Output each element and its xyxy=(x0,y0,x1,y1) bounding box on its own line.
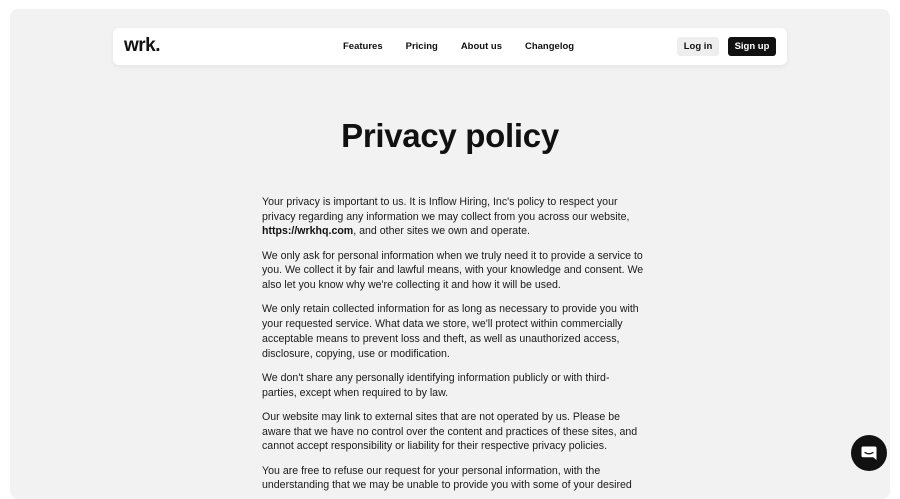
brand-logo[interactable]: wrk. xyxy=(124,35,161,57)
website-link[interactable]: https://wrkhq.com xyxy=(262,225,353,237)
policy-paragraph-text: , and other sites we own and operate. xyxy=(353,225,530,238)
policy-paragraph: Your privacy is important to us. It is I… xyxy=(262,195,644,239)
policy-paragraph: We only retain collected information for… xyxy=(262,303,639,360)
chat-launcher-button[interactable] xyxy=(851,435,887,471)
chat-bubble-icon xyxy=(861,446,877,460)
page-title: Privacy policy xyxy=(341,117,559,154)
login-button[interactable]: Log in xyxy=(677,37,719,56)
nav-link-pricing[interactable]: Pricing xyxy=(406,41,438,52)
policy-paragraph: We don't share any personally identifyin… xyxy=(262,371,610,399)
policy-paragraph: We only ask for personal information whe… xyxy=(262,249,644,292)
top-navbar: wrk. Features Pricing About us Changelog… xyxy=(113,28,787,65)
nav-link-about-us[interactable]: About us xyxy=(461,41,502,52)
policy-paragraph-text: Your privacy is important to us. It is I… xyxy=(262,196,630,223)
nav-links: Features Pricing About us Changelog xyxy=(343,28,597,65)
policy-paragraph: You are free to refuse our request for y… xyxy=(262,464,632,492)
nav-link-changelog[interactable]: Changelog xyxy=(525,41,574,52)
nav-link-features[interactable]: Features xyxy=(343,41,383,52)
signup-button[interactable]: Sign up xyxy=(728,37,776,56)
policy-paragraph: Our website may link to external sites t… xyxy=(262,410,638,453)
page-frame: wrk. Features Pricing About us Changelog… xyxy=(10,9,890,499)
policy-content: Your privacy is important to us. It is I… xyxy=(262,195,644,499)
